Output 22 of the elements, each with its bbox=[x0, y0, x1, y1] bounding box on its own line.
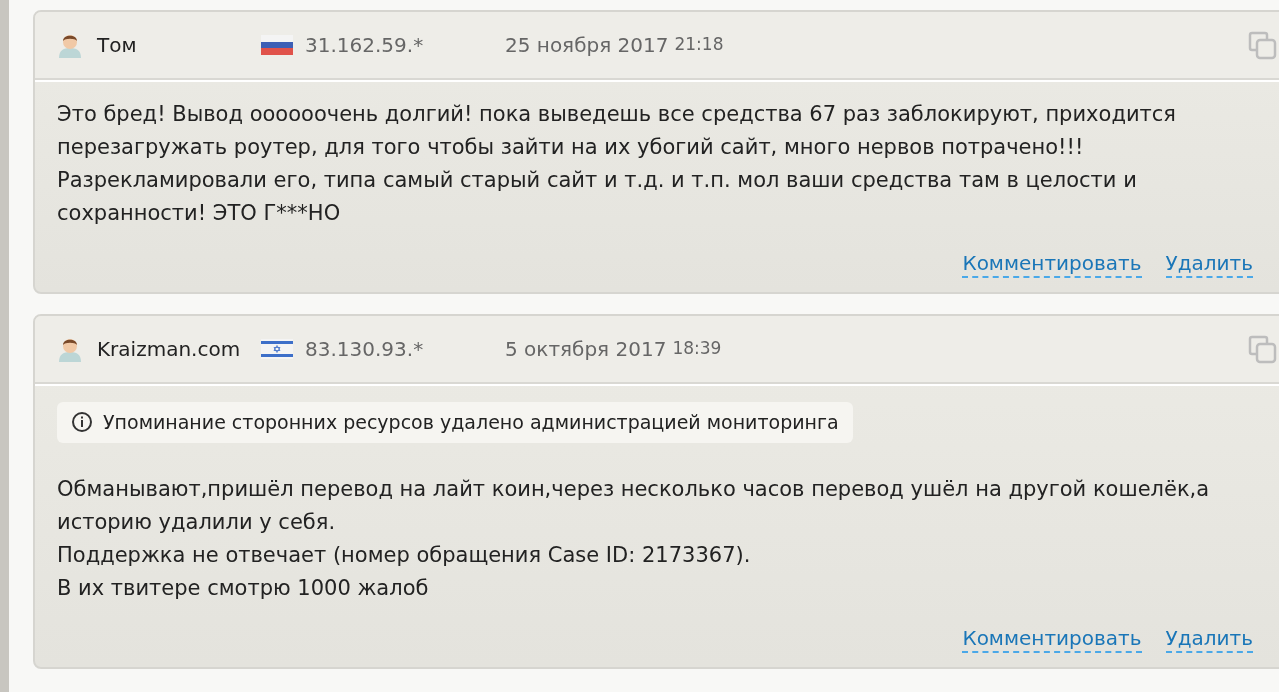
flag-icon bbox=[261, 339, 293, 359]
flag-icon bbox=[261, 35, 293, 55]
action-link[interactable]: Удалить bbox=[1165, 250, 1253, 278]
author-name: Том bbox=[97, 32, 138, 59]
post-time: 18:39 bbox=[672, 337, 722, 361]
user-icon bbox=[57, 32, 83, 58]
copy-icon[interactable] bbox=[1247, 30, 1277, 60]
copy-icon[interactable] bbox=[1247, 334, 1277, 364]
comment-text: Это бред! Вывод оооооочень долгий! пока выведешь все средства 67 раз заблокируют, приходится перезагружать роутер, для того чтобы зайти на их убогий сайт, много нервов потрачено!!! Разрекламировали его, типа самый старый сайт и т.д. и т.п. мол ваши средства там в целости и сохранности! ЭТО Г***НО bbox=[57, 101, 1177, 227]
user-icon bbox=[57, 336, 83, 362]
post-date: 25 ноября 2017 bbox=[505, 32, 669, 59]
post-time: 21:18 bbox=[674, 33, 724, 57]
info-icon bbox=[71, 411, 93, 434]
post-date: 5 октября 2017 bbox=[505, 336, 667, 363]
action-link[interactable]: Комментировать bbox=[962, 250, 1142, 278]
action-link[interactable]: Удалить bbox=[1165, 624, 1253, 653]
notice-text: Упоминание сторонних ресурсов удалено администрацией мониторинга bbox=[103, 410, 839, 435]
comment-text: Обманывают,пришёл перевод на лайт коин,через несколько часов перевод ушёл на другой кошелёк,а историю удалили у себя. Поддержка не отвечает (номер обращения Case ID: 2173367). В их твитере смотрю 1000 жалоб bbox=[57, 475, 1211, 602]
ip-address: 83.130.93.* bbox=[305, 336, 425, 363]
action-link[interactable]: Комментировать bbox=[962, 624, 1142, 653]
author-name: Kraizman.com bbox=[97, 336, 242, 363]
ip-address: 31.162.59.* bbox=[305, 32, 425, 59]
